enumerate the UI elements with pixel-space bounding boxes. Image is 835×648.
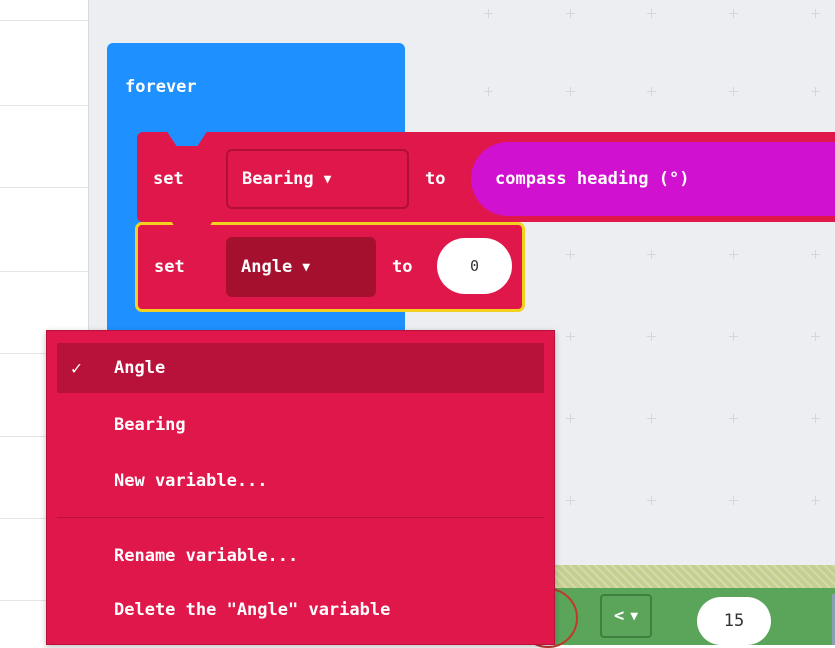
number-input[interactable]: 15 xyxy=(697,597,771,645)
checkmark-icon: ✓ xyxy=(71,357,82,379)
compare-caret: < xyxy=(613,606,625,626)
chevron-down-icon: ▼ xyxy=(302,259,311,275)
bearing-variable-dropdown[interactable]: Bearing ▼ xyxy=(226,149,409,209)
compare-operator-dropdown[interactable]: < ▼ xyxy=(600,594,652,638)
angle-variable-dropdown[interactable]: Angle ▼ xyxy=(226,237,376,297)
menu-item-rename-variable[interactable]: Rename variable... xyxy=(57,531,544,581)
compass-heading-label: compass heading (°) xyxy=(495,169,690,189)
menu-item-label: Bearing xyxy=(114,415,186,435)
chevron-down-icon: ▼ xyxy=(323,171,332,187)
set-keyword: set xyxy=(154,257,185,277)
bearing-variable-label: Bearing xyxy=(242,169,314,189)
toolbox-divider xyxy=(0,105,88,106)
menu-item-label: New variable... xyxy=(114,471,268,491)
menu-item-delete-variable[interactable]: Delete the "Angle" variable xyxy=(57,585,544,635)
to-keyword: to xyxy=(425,169,446,189)
compass-heading-block[interactable]: compass heading (°) xyxy=(471,142,835,216)
chevron-down-icon: ▼ xyxy=(630,608,639,624)
menu-item-bearing[interactable]: Bearing xyxy=(57,400,544,450)
angle-variable-label: Angle xyxy=(241,257,293,277)
toolbox-divider xyxy=(0,271,88,272)
forever-label: forever xyxy=(125,77,197,97)
angle-value-input[interactable]: 0 xyxy=(437,238,512,294)
toolbox-divider xyxy=(0,187,88,188)
variable-dropdown-menu: ✓ Angle Bearing New variable... Rename v… xyxy=(46,330,555,645)
menu-item-angle[interactable]: ✓ Angle xyxy=(57,343,544,393)
toolbox-divider xyxy=(0,20,88,21)
set-keyword: set xyxy=(153,169,184,189)
menu-item-label: Rename variable... xyxy=(114,546,299,566)
to-keyword: to xyxy=(392,257,413,277)
menu-separator xyxy=(57,517,544,518)
menu-item-label: Angle xyxy=(114,358,166,378)
menu-item-new-variable[interactable]: New variable... xyxy=(57,456,544,506)
menu-item-label: Delete the "Angle" variable xyxy=(114,600,391,620)
